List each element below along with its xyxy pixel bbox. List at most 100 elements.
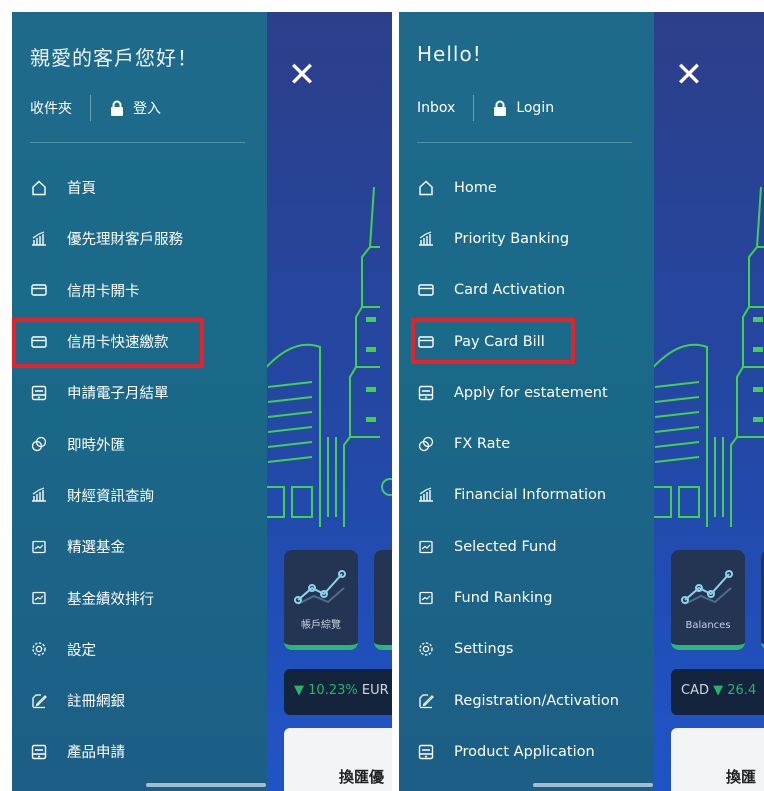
login-link[interactable]: Login [516,100,554,116]
menu-item-label: Selected Fund [454,538,557,555]
close-menu-button[interactable]: ✕ [674,58,704,92]
taipei-101-skyline-illustration [649,187,764,527]
menu-item-label: FX Rate [454,436,511,453]
menu-item-label: 設定 [67,642,96,659]
ticker-value: 26.4 [727,683,757,698]
screenshot-zh: ✕ 帳戶綜覽 ▼ 10.23% EUR 換匯優 親愛的客戶您好！ 收件夾 登入 … [12,12,392,791]
vertical-divider [90,95,91,121]
menu-item[interactable]: Registration/Activation [399,675,654,726]
divider [30,142,245,143]
highlight-box [12,318,204,368]
tile-label: 帳戶綜覽 [301,620,341,631]
fund-icon [417,538,435,556]
menu-item-label: 首頁 [67,181,96,198]
trend-chart-icon [294,570,346,605]
menu-item[interactable]: 設定 [12,624,267,675]
menu-item[interactable]: 首頁 [12,162,267,213]
menu-item-label: 註冊網銀 [67,694,125,711]
menu-item[interactable]: Financial Information [399,470,654,521]
menu-item-label: 優先理財客戶服務 [67,232,183,249]
menu-item[interactable]: 財經資訊查詢 [12,470,267,521]
menu-item[interactable]: 註冊網銀 [12,675,267,726]
menu-item[interactable]: Card Activation [399,265,654,316]
ticker-value: 10.23% [308,683,358,698]
statement-icon [30,384,48,402]
ticker-currency: CAD [681,683,709,698]
menu-item-label: 即時外匯 [67,437,125,454]
home-indicator [146,783,266,787]
fx-exchange-card[interactable]: 換匯優 [284,728,392,791]
statement-icon [417,743,435,761]
rate-down-arrow: ▼ [713,683,724,698]
greeting-text: Hello! [417,42,482,66]
fx-exchange-card[interactable]: 換匯 [671,728,764,791]
register-icon [30,692,48,710]
statement-icon [30,743,48,761]
gear-icon [417,640,435,658]
menu-item[interactable]: Home [399,162,654,213]
inbox-link[interactable]: 收件夾 [30,98,72,118]
menu-item-label: 信用卡開卡 [67,283,140,300]
fund-icon [30,589,48,607]
menu-item-label: 基金績效排行 [67,591,154,608]
balances-tile[interactable]: Balances [671,550,745,650]
menu-item[interactable]: 即時外匯 [12,418,267,469]
menu-item-label: Financial Information [454,487,607,504]
home-indicator [533,783,653,787]
side-drawer: Hello! Inbox Login Home Priority Banking C… [399,12,654,791]
divider [417,142,632,143]
login-link[interactable]: 登入 [133,98,161,118]
inbox-link[interactable]: Inbox [417,100,455,116]
drawer-menu: 首頁 優先理財客戶服務 信用卡開卡 信用卡快速繳款 申請電子月結單 即時外匯 財經資訊查詢精… [12,162,267,778]
menu-item-label: 申請電子月結單 [67,386,169,403]
lock-icon [494,100,507,116]
second-tile[interactable] [374,550,392,650]
card-icon [30,281,48,299]
chart-icon [417,230,435,248]
fx-icon [417,435,435,453]
menu-item[interactable]: Selected Fund [399,521,654,572]
menu-item[interactable]: 信用卡開卡 [12,265,267,316]
rate-down-arrow: ▼ [294,683,304,698]
menu-item[interactable]: 產品申請 [12,726,267,777]
fx-ticker: ▼ 10.23% EUR [284,669,392,715]
tile-label: Balances [685,620,731,631]
ticker-currency: EUR [361,683,389,698]
fx-icon [30,435,48,453]
menu-item-label: Home [454,179,497,196]
account-overview-tile[interactable]: 帳戶綜覽 [284,550,358,650]
auth-row: 收件夾 登入 [30,94,161,122]
trend-chart-icon [681,570,733,605]
menu-item-label: Card Activation [454,282,566,299]
menu-item[interactable]: Fund Ranking [399,572,654,623]
fund-icon [30,538,48,556]
close-menu-button[interactable]: ✕ [287,58,317,92]
menu-item[interactable]: 優先理財客戶服務 [12,213,267,264]
home-icon [417,179,435,197]
menu-item-label: 財經資訊查詢 [67,488,154,505]
menu-item[interactable]: Priority Banking [399,213,654,264]
card-icon [417,281,435,299]
menu-item-label: 產品申請 [67,745,125,762]
drawer-menu: Home Priority Banking Card Activation Pay C… [399,162,654,778]
menu-item-label: Registration/Activation [454,692,619,709]
menu-item[interactable]: Settings [399,624,654,675]
vertical-divider [473,95,475,121]
taipei-101-skyline-illustration [262,187,392,527]
chart-icon [30,486,48,504]
highlight-box [411,318,575,364]
menu-item[interactable]: Apply for estatement [399,367,654,418]
fx-ticker: CAD ▼ 26.4 [671,669,764,715]
menu-item[interactable]: 基金績效排行 [12,572,267,623]
menu-item[interactable]: 精選基金 [12,521,267,572]
menu-item-label: Priority Banking [454,230,570,247]
menu-item-label: Settings [454,641,514,658]
menu-item[interactable]: FX Rate [399,418,654,469]
menu-item[interactable]: Product Application [399,726,654,777]
screenshot-en: ✕ Balances CAD ▼ 26.4 換匯 Hello! Inbox Lo… [399,12,764,791]
menu-item-label: 精選基金 [67,540,125,557]
chart-icon [30,230,48,248]
auth-row: Inbox Login [417,94,554,122]
menu-item[interactable]: 申請電子月結單 [12,367,267,418]
chart-icon [417,486,435,504]
